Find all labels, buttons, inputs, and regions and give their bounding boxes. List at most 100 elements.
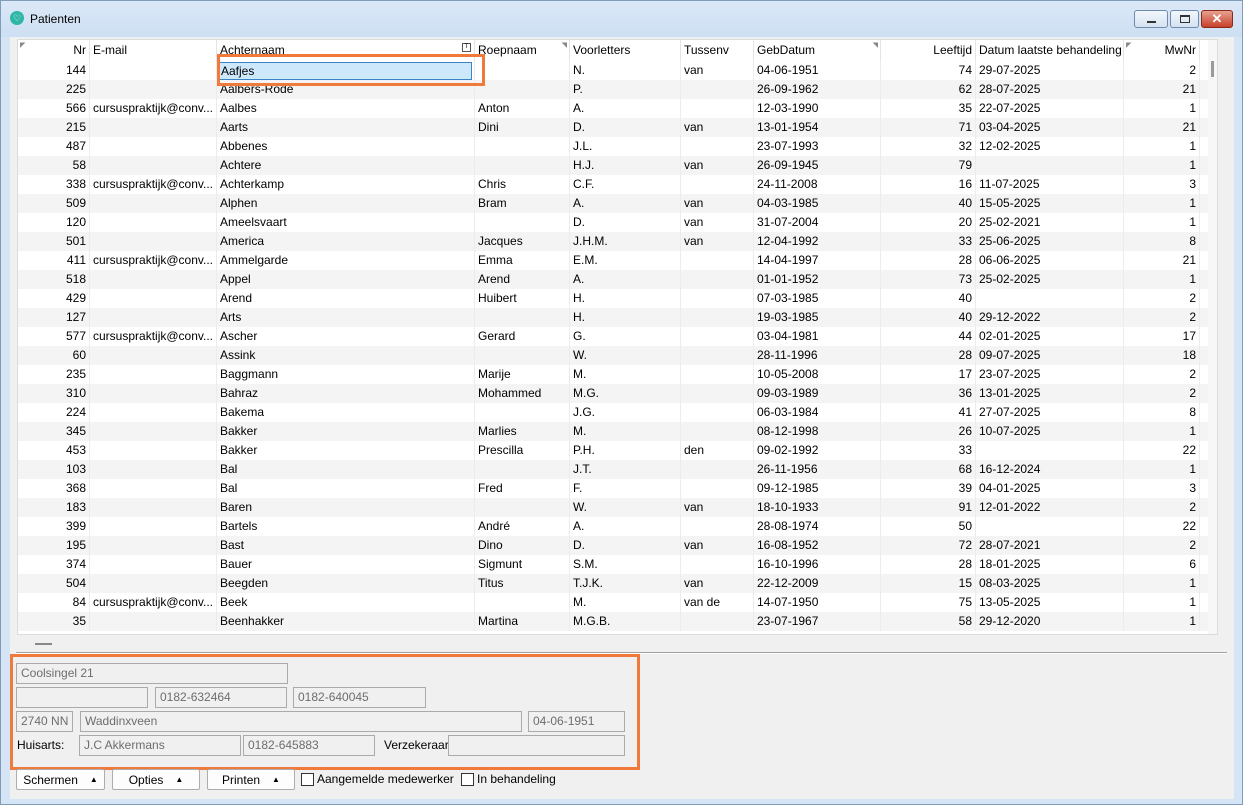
cell-email[interactable] [90, 536, 217, 555]
cell-leeftijd[interactable]: 36 [881, 384, 976, 403]
cell-tussenv[interactable] [681, 289, 754, 308]
cell-email[interactable] [90, 479, 217, 498]
cell-datum-laatste-behandeling[interactable]: 02-01-2025 [976, 327, 1124, 346]
table-row[interactable]: 338 cursuspraktijk@conv... Achterkamp Chris… [18, 175, 1217, 194]
cell-gebdatum[interactable]: 04-06-1951 [754, 61, 881, 80]
cell-tussenv[interactable]: den [681, 441, 754, 460]
cell-tussenv[interactable] [681, 365, 754, 384]
cell-voorletters[interactable]: D. [570, 536, 681, 555]
cell-email[interactable] [90, 460, 217, 479]
cell-mwnr[interactable]: 8 [1124, 403, 1200, 422]
table-row[interactable]: 225 Aalbers-Rode P. 26-09-1962 62 28-07-2025 2… [18, 80, 1217, 99]
cell-leeftijd[interactable]: 74 [881, 61, 976, 80]
table-row[interactable]: 60 Assink W. 28-11-1996 28 09-07-2025 18 [18, 346, 1217, 365]
cell-datum-laatste-behandeling[interactable]: 13-05-2025 [976, 593, 1124, 612]
cell-nr[interactable]: 345 [18, 422, 90, 441]
cell-email[interactable]: cursuspraktijk@conv... [90, 327, 217, 346]
cell-gebdatum[interactable]: 16-08-1952 [754, 536, 881, 555]
cell-achternaam[interactable]: Bast [217, 536, 475, 555]
cell-achternaam[interactable]: Bal [217, 479, 475, 498]
cell-nr[interactable]: 225 [18, 80, 90, 99]
cell-gebdatum[interactable]: 23-07-1967 [754, 612, 881, 631]
cell-voorletters[interactable]: E.M. [570, 251, 681, 270]
cell-nr[interactable]: 338 [18, 175, 90, 194]
close-button[interactable]: ✕ [1201, 10, 1233, 28]
cell-leeftijd[interactable]: 33 [881, 232, 976, 251]
cell-datum-laatste-behandeling[interactable]: 10-07-2025 [976, 422, 1124, 441]
cell-voorletters[interactable]: J.L. [570, 137, 681, 156]
cell-nr[interactable]: 224 [18, 403, 90, 422]
cell-achternaam[interactable]: Bartels [217, 517, 475, 536]
cell-gebdatum[interactable]: 23-07-1993 [754, 137, 881, 156]
cell-voorletters[interactable]: M. [570, 422, 681, 441]
cell-email[interactable] [90, 61, 217, 80]
cell-achternaam[interactable]: America [217, 232, 475, 251]
cell-email[interactable] [90, 555, 217, 574]
cell-tussenv[interactable] [681, 80, 754, 99]
horizontal-scrollbar-thumb[interactable] [35, 643, 52, 645]
cell-achternaam[interactable]: Baggmann [217, 365, 475, 384]
cell-mwnr[interactable]: 1 [1124, 612, 1200, 631]
cell-roepnaam[interactable]: Mohammed [475, 384, 570, 403]
cell-achternaam[interactable]: Arend [217, 289, 475, 308]
cell-email[interactable] [90, 137, 217, 156]
cell-mwnr[interactable]: 1 [1124, 213, 1200, 232]
cell-nr[interactable]: 235 [18, 365, 90, 384]
cell-gebdatum[interactable]: 04-03-1985 [754, 194, 881, 213]
cell-datum-laatste-behandeling[interactable]: 18-01-2025 [976, 555, 1124, 574]
cell-nr[interactable]: 215 [18, 118, 90, 137]
cell-mwnr[interactable]: 17 [1124, 327, 1200, 346]
cell-achternaam[interactable]: Achtere [217, 156, 475, 175]
cell-datum-laatste-behandeling[interactable]: 15-05-2025 [976, 194, 1124, 213]
cell-leeftijd[interactable]: 20 [881, 213, 976, 232]
cell-tussenv[interactable] [681, 479, 754, 498]
cell-email[interactable] [90, 574, 217, 593]
cell-leeftijd[interactable]: 17 [881, 365, 976, 384]
cell-tussenv[interactable] [681, 422, 754, 441]
cell-achternaam[interactable]: Achterkamp [217, 175, 475, 194]
cell-leeftijd[interactable]: 15 [881, 574, 976, 593]
cell-gebdatum[interactable]: 08-12-1998 [754, 422, 881, 441]
cell-voorletters[interactable]: C.F. [570, 175, 681, 194]
cell-mwnr[interactable]: 3 [1124, 479, 1200, 498]
cell-datum-laatste-behandeling[interactable]: 03-04-2025 [976, 118, 1124, 137]
cell-roepnaam[interactable] [475, 156, 570, 175]
cell-tussenv[interactable] [681, 403, 754, 422]
cell-achternaam[interactable]: Appel [217, 270, 475, 289]
cell-nr[interactable]: 183 [18, 498, 90, 517]
cell-gebdatum[interactable]: 16-10-1996 [754, 555, 881, 574]
cell-datum-laatste-behandeling[interactable]: 27-07-2025 [976, 403, 1124, 422]
cell-nr[interactable]: 504 [18, 574, 90, 593]
cell-tussenv[interactable] [681, 270, 754, 289]
cell-mwnr[interactable]: 1 [1124, 422, 1200, 441]
cell-leeftijd[interactable]: 16 [881, 175, 976, 194]
cell-mwnr[interactable]: 1 [1124, 270, 1200, 289]
cell-voorletters[interactable]: J.G. [570, 403, 681, 422]
cell-achternaam[interactable]: Bakker [217, 441, 475, 460]
opties-button[interactable]: Opties ▲ [112, 769, 200, 790]
cell-tussenv[interactable] [681, 384, 754, 403]
cell-datum-laatste-behandeling[interactable]: 28-07-2021 [976, 536, 1124, 555]
cell-email[interactable]: cursuspraktijk@conv... [90, 99, 217, 118]
table-row[interactable]: 127 Arts H. 19-03-1985 40 29-12-2022 2 [18, 308, 1217, 327]
cell-nr[interactable]: 144 [18, 61, 90, 80]
cell-voorletters[interactable]: M.G. [570, 384, 681, 403]
cell-tussenv[interactable]: van [681, 574, 754, 593]
cell-tussenv[interactable]: van de [681, 593, 754, 612]
cell-achternaam[interactable]: Assink [217, 346, 475, 365]
checkbox-box[interactable] [301, 772, 314, 786]
cell-gebdatum[interactable]: 24-11-2008 [754, 175, 881, 194]
cell-voorletters[interactable]: D. [570, 213, 681, 232]
table-row[interactable]: 310 Bahraz Mohammed M.G. 09-03-1989 36 13-01-2… [18, 384, 1217, 403]
cell-datum-laatste-behandeling[interactable]: 25-02-2025 [976, 270, 1124, 289]
cell-email[interactable] [90, 232, 217, 251]
cell-datum-laatste-behandeling[interactable]: 12-02-2025 [976, 137, 1124, 156]
cell-nr[interactable]: 127 [18, 308, 90, 327]
cell-mwnr[interactable]: 1 [1124, 99, 1200, 118]
cell-voorletters[interactable]: D. [570, 118, 681, 137]
table-row[interactable]: 120 Ameelsvaart D. van 31-07-2004 20 25-02-202… [18, 213, 1217, 232]
cell-achternaam[interactable]: Bakema [217, 403, 475, 422]
cell-roepnaam[interactable] [475, 61, 570, 80]
cell-roepnaam[interactable] [475, 403, 570, 422]
cell-mwnr[interactable]: 2 [1124, 61, 1200, 80]
